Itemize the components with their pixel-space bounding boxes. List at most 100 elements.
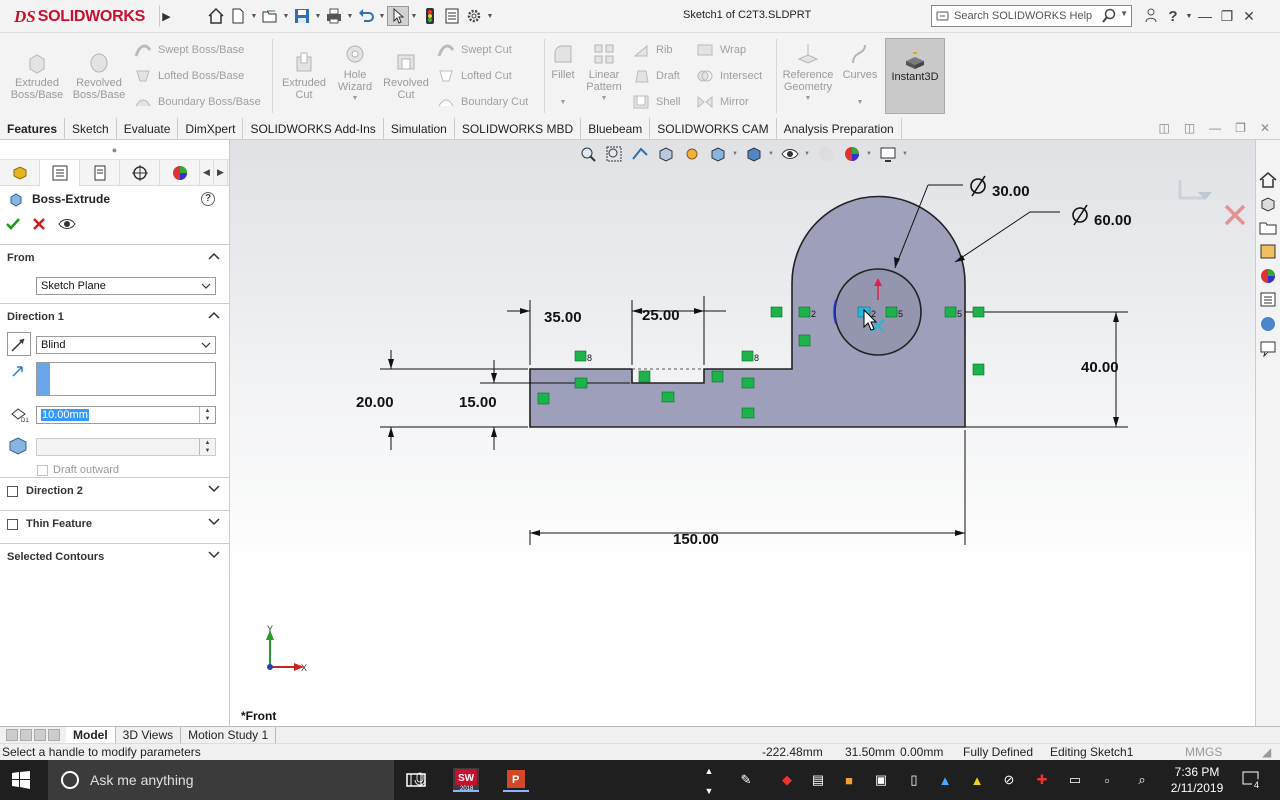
expand-caret-icon[interactable] [208, 518, 220, 526]
tab-3d-views[interactable]: 3D Views [116, 726, 182, 744]
swept-boss-button[interactable]: Swept Boss/Base [134, 41, 244, 59]
curves-dropdown-icon[interactable]: ▼ [857, 97, 864, 109]
new-document-icon[interactable] [227, 6, 249, 26]
cancel-x-icon[interactable] [32, 217, 46, 231]
boundary-cut-button[interactable]: Boundary Cut [437, 93, 528, 111]
view-orientation-icon[interactable] [706, 144, 730, 164]
usb-tray-icon[interactable]: ▯ [905, 771, 923, 789]
linear-pattern-button[interactable]: Linear Pattern ▼ [582, 41, 626, 105]
tab-sketch[interactable]: Sketch [65, 118, 117, 139]
task-view-icon[interactable] [403, 768, 429, 792]
shell-button[interactable]: Shell [632, 93, 680, 111]
wifi-tray-icon[interactable]: ⌕ [1133, 771, 1151, 789]
selected-contours-group-header[interactable]: Selected Contours [0, 544, 229, 570]
tray-scroll-up-icon[interactable]: ▲ [700, 762, 718, 780]
draft-outward-checkbox[interactable]: Draft outward [37, 464, 119, 476]
dimxpert-manager-tab-icon[interactable] [120, 159, 160, 186]
thin-feature-group-header[interactable]: Thin Feature [0, 511, 229, 537]
rebuild-icon[interactable] [419, 6, 441, 26]
hide-show-items-icon[interactable] [778, 144, 802, 164]
help-question-icon[interactable]: ? [201, 192, 215, 206]
view-orientation-dropdown-icon[interactable]: ▼ [732, 151, 740, 157]
options-gear-icon[interactable] [463, 6, 485, 26]
from-group-header[interactable]: From [0, 245, 229, 271]
options-dropdown-icon[interactable]: ▼ [485, 13, 495, 20]
help-search-input[interactable]: Search SOLIDWORKS Help ▼ [931, 5, 1132, 27]
dynamic-annotation-icon[interactable] [680, 144, 704, 164]
configuration-manager-tab-icon[interactable] [80, 159, 120, 186]
rib-button[interactable]: Rib [632, 41, 673, 59]
open-dropdown-icon[interactable]: ▼ [281, 13, 291, 20]
wrap-button[interactable]: Wrap [696, 41, 746, 59]
design-library-icon[interactable] [1258, 194, 1278, 213]
new-dropdown-icon[interactable]: ▼ [249, 13, 259, 20]
graphics-area[interactable]: 35.00 25.00 20.00 15.00 40.00 150.00 30.… [230, 140, 1255, 726]
resize-grip-icon[interactable]: ◢ [1262, 745, 1271, 759]
open-folder-icon[interactable] [259, 6, 281, 26]
collapse-caret-icon[interactable] [208, 311, 220, 319]
curves-button[interactable]: Curves ▼ [840, 41, 880, 109]
select-pointer-icon[interactable] [387, 6, 409, 26]
draft-angle-input[interactable]: ▲ ▼ [36, 438, 216, 456]
help-icon[interactable]: ? [1162, 8, 1184, 25]
scene-icon[interactable] [840, 144, 864, 164]
zoom-to-area-icon[interactable] [602, 144, 626, 164]
tab-motion-study[interactable]: Motion Study 1 [181, 726, 277, 744]
custom-properties-icon[interactable] [1258, 290, 1278, 309]
panel-tabs-left-icon[interactable]: ◀ [200, 159, 214, 186]
scene-dropdown-icon[interactable]: ▼ [866, 151, 874, 157]
help-dropdown-icon[interactable]: ▼ [1184, 13, 1194, 20]
fillet-button[interactable]: Fillet ▼ [546, 41, 580, 109]
scroll-prev-icon[interactable] [20, 729, 32, 741]
tab-simulation[interactable]: Simulation [384, 118, 455, 139]
user-account-icon[interactable] [1140, 8, 1162, 25]
print-icon[interactable] [323, 6, 345, 26]
depth-input[interactable]: 10.00mm ▲ ▼ [36, 406, 216, 424]
draft-button[interactable]: Draft [632, 67, 680, 85]
save-icon[interactable] [291, 6, 313, 26]
antivirus-tray-icon[interactable]: ◆ [778, 771, 796, 789]
device-tray-icon[interactable]: ▤ [809, 771, 827, 789]
end-condition-select[interactable]: Blind [36, 336, 216, 354]
doc-close-icon[interactable]: ✕ [1260, 121, 1270, 135]
panel-grip[interactable]: ● [0, 140, 229, 160]
ok-check-icon[interactable] [6, 217, 20, 231]
status-units[interactable]: MMGS [1185, 745, 1222, 759]
forum-icon[interactable] [1258, 314, 1278, 333]
appearances-icon[interactable] [1258, 266, 1278, 285]
resources-home-icon[interactable] [1258, 170, 1278, 189]
minimize-icon[interactable]: — [1194, 8, 1216, 24]
select-dropdown-icon[interactable]: ▼ [409, 13, 419, 20]
tray-scroll-down-icon[interactable]: ▼ [700, 782, 718, 800]
powerpoint-icon[interactable]: P [503, 768, 529, 792]
direction2-group-header[interactable]: Direction 2 [0, 478, 229, 504]
lofted-cut-button[interactable]: Lofted Cut [437, 67, 512, 85]
collapse-caret-icon[interactable] [208, 252, 220, 260]
doc-restore-icon[interactable]: ❐ [1235, 121, 1246, 135]
doc-minimize-icon[interactable]: — [1209, 121, 1221, 135]
extruded-boss-button[interactable]: Extruded Boss/Base [8, 49, 66, 101]
previous-view-icon[interactable] [628, 144, 652, 164]
from-select[interactable]: Sketch Plane [36, 277, 216, 295]
view-settings-dropdown-icon[interactable]: ▼ [902, 151, 910, 157]
display-tray-icon[interactable]: ▫ [1098, 771, 1116, 789]
section-view-icon[interactable] [654, 144, 678, 164]
tile-right-icon[interactable]: ◫ [1184, 121, 1195, 135]
hide-show-dropdown-icon[interactable]: ▼ [804, 151, 812, 157]
mirror-button[interactable]: Mirror [696, 93, 749, 111]
app-tray-icon[interactable]: ■ [840, 771, 858, 789]
tab-features[interactable]: Features [0, 118, 66, 139]
home-icon[interactable] [205, 6, 227, 26]
tab-mbd[interactable]: SOLIDWORKS MBD [455, 118, 582, 139]
reverse-direction-icon[interactable] [7, 332, 31, 356]
save-dropdown-icon[interactable]: ▼ [313, 13, 323, 20]
drive-tray-icon[interactable]: ▲ [936, 771, 954, 789]
close-icon[interactable]: ✕ [1238, 8, 1260, 25]
expand-caret-icon[interactable] [208, 485, 220, 493]
cloud-tray-icon[interactable]: ▲ [968, 771, 986, 789]
search-dropdown-icon[interactable]: ▼ [1120, 9, 1128, 18]
direction2-checkbox[interactable] [7, 485, 18, 497]
security-tray-icon[interactable]: ✚ [1033, 771, 1051, 789]
direction1-group-header[interactable]: Direction 1 [0, 304, 229, 330]
power-tray-icon[interactable]: ▭ [1066, 771, 1084, 789]
